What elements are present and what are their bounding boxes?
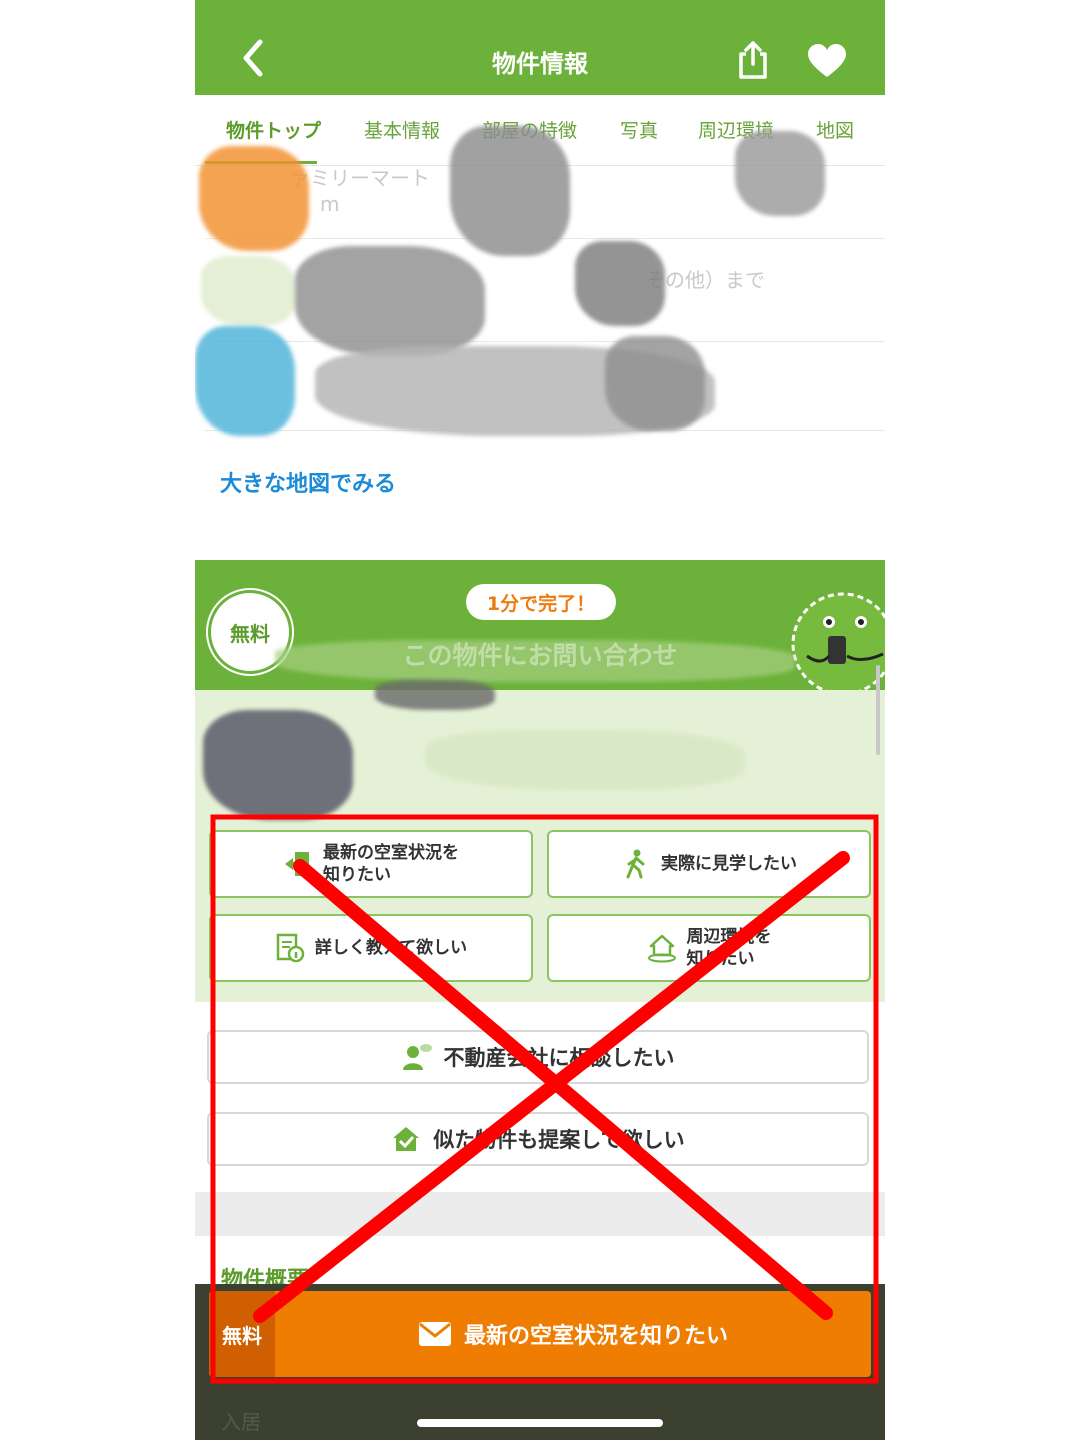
app-header: 物件情報 — [195, 0, 885, 95]
heart-icon — [808, 44, 846, 77]
document-info-icon — [276, 933, 305, 963]
share-button[interactable] — [735, 40, 771, 80]
green-scribble — [275, 640, 795, 682]
blue-scribble — [195, 326, 295, 436]
gray-scribble — [575, 241, 665, 326]
green-scribble — [425, 730, 745, 790]
option-viewing[interactable]: 実際に見学したい — [547, 830, 871, 898]
gray-scribble — [450, 126, 570, 256]
gray-scribble — [605, 336, 705, 431]
section-separator — [195, 1192, 885, 1236]
walking-person-icon — [626, 849, 645, 879]
option-vacancy-status[interactable]: 最新の空室状況を 知りたい — [209, 830, 533, 898]
scrollbar[interactable] — [876, 665, 880, 755]
option-similar-properties[interactable]: 似た物件も提案して欲しい — [207, 1112, 869, 1166]
tab-photos[interactable]: 写真 — [620, 116, 658, 143]
cta-content: 最新の空室状況を知りたい — [275, 1291, 871, 1377]
option-label: 詳しく教えて欲しい — [314, 938, 468, 958]
option-details[interactable]: 詳しく教えて欲しい — [209, 914, 533, 982]
large-map-link[interactable]: 大きな地図でみる — [220, 466, 396, 498]
option-consult-agency[interactable]: 不動産会社に相談したい — [207, 1030, 869, 1084]
nearby-item-name: ァミリーマート — [290, 166, 430, 190]
phone-screen: 物件情報 物件トップ 基本情報 部屋の特徴 写真 周辺環境 地図 ァミリーマート… — [195, 0, 885, 1440]
option-label: 実際に見学したい — [661, 854, 797, 874]
nearby-facilities-list: ァミリーマート m その他）まで — [195, 126, 885, 446]
one-minute-pill: 1分で完了！ — [466, 584, 616, 620]
option-label: 知りたい — [323, 865, 391, 885]
mascot-character — [791, 574, 885, 696]
nearby-item-distance: m — [320, 192, 340, 216]
home-indicator — [417, 1419, 663, 1427]
house-area-icon — [647, 934, 676, 963]
option-label: 最新の空室状況を — [323, 843, 459, 863]
divider — [205, 341, 885, 342]
page-title: 物件情報 — [492, 50, 588, 78]
tab-map[interactable]: 地図 — [816, 116, 854, 143]
orange-scribble — [199, 146, 309, 251]
gray-scribble — [295, 246, 485, 356]
house-check-icon — [393, 1127, 420, 1151]
option-label: 知りたい — [686, 949, 755, 969]
move-in-label: 入居 — [221, 1410, 261, 1434]
door-enter-icon — [285, 852, 309, 876]
share-icon — [739, 41, 767, 79]
green-scribble — [201, 256, 296, 326]
bottom-action-bar: 無料 最新の空室状況を知りたい 入居 — [195, 1284, 885, 1440]
gray-scribble — [735, 131, 825, 216]
dark-scribble — [203, 710, 353, 820]
screen: 物件情報 物件トップ 基本情報 部屋の特徴 写真 周辺環境 地図 ァミリーマート… — [0, 0, 1080, 1440]
option-label: 不動産会社に相談したい — [443, 1046, 675, 1070]
tab-property-top[interactable]: 物件トップ — [226, 116, 321, 143]
person-chat-icon — [402, 1044, 432, 1070]
option-label: 似た物件も提案して欲しい — [433, 1128, 685, 1152]
dark-scribble — [375, 680, 495, 710]
favorite-button[interactable] — [807, 44, 847, 78]
cta-label: 最新の空室状況を知りたい — [463, 1324, 728, 1349]
option-surroundings[interactable]: 周辺環境を 知りたい — [547, 914, 871, 982]
option-label: 周辺環境を — [686, 927, 772, 947]
envelope-icon — [418, 1322, 451, 1346]
mascot-icon — [791, 592, 885, 696]
inquiry-body: 最新の空室状況を 知りたい 実際に見学したい 詳しく教えて欲しい 周辺環境を 知… — [195, 680, 885, 1002]
inquiry-extra-options: 不動産会社に相談したい 似た物件も提案して欲しい — [195, 1002, 885, 1192]
tab-basic-info[interactable]: 基本情報 — [364, 116, 440, 143]
vacancy-inquiry-cta-button[interactable]: 無料 最新の空室状況を知りたい — [209, 1291, 871, 1377]
cta-free-badge: 無料 — [209, 1291, 275, 1377]
